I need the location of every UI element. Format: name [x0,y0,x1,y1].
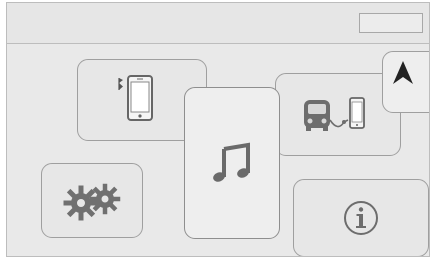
information-tile[interactable] [293,179,429,256]
status-indicator-box [359,13,423,33]
navigation-arrow-icon [393,61,413,84]
bluetooth-icon [118,78,123,90]
gears-icon [63,183,121,220]
connected-apps-icon-group [304,96,365,131]
telephone-icon-group [118,75,153,121]
smartphone-icon [127,75,153,121]
settings-tile[interactable] [41,163,143,238]
music-tile[interactable] [184,87,280,239]
music-note-icon [213,142,250,182]
navigation-tile[interactable] [382,51,429,113]
car-icon [304,99,330,131]
status-bar [7,3,429,44]
home-screen [6,2,430,257]
info-icon [344,201,378,235]
smartphone-icon [349,96,365,129]
